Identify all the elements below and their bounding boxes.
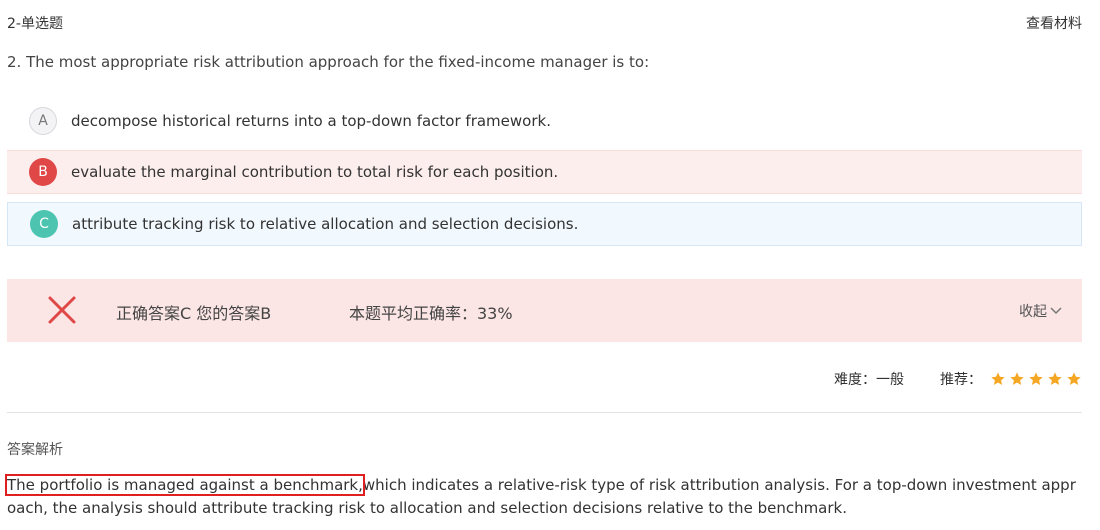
star-icon [1067,372,1081,385]
recommend-stars [990,371,1082,387]
analysis-title: 答案解析 [7,442,63,458]
option-b-letter: B [29,158,57,186]
wrong-x-icon [48,296,76,324]
question-meta: 难度：一般 推荐： [834,369,1082,389]
option-b-text: evaluate the marginal contribution to to… [71,163,559,181]
difficulty-label: 难度：一般 [834,372,904,388]
question-type-label: 2-单选题 [7,16,63,32]
star-icon [1010,372,1024,385]
analysis-body: The portfolio is managed against a bench… [5,474,1079,520]
option-c-text: attribute tracking risk to relative allo… [72,215,579,233]
option-a-text: decompose historical returns into a top-… [71,112,551,130]
star-icon [1029,372,1043,385]
option-c-letter: C [30,210,58,238]
result-panel: 正确答案C 您的答案B 本题平均正确率：33% 收起 [7,279,1082,342]
chevron-down-icon [1050,307,1062,315]
view-material-link[interactable]: 查看材料 [1026,13,1082,33]
option-a[interactable]: A decompose historical returns into a to… [7,99,1082,143]
question-text: 2. The most appropriate risk attribution… [7,53,650,71]
recommend-label: 推荐： [940,372,982,388]
average-accuracy: 本题平均正确率：33% [349,304,513,323]
option-a-letter: A [29,107,57,135]
answer-comparison: 正确答案C 您的答案B [116,304,272,323]
highlighted-phrase: The portfolio is managed against a bench… [5,474,365,496]
star-icon [1048,372,1062,385]
star-icon [991,372,1005,385]
option-c[interactable]: C attribute tracking risk to relative al… [7,202,1082,246]
question-header: 2-单选题 查看材料 [7,13,1082,33]
collapse-label: 收起 [1019,304,1047,320]
collapse-button[interactable]: 收起 [1019,301,1062,321]
option-b[interactable]: B evaluate the marginal contribution to … [7,150,1082,194]
section-divider [7,412,1082,413]
